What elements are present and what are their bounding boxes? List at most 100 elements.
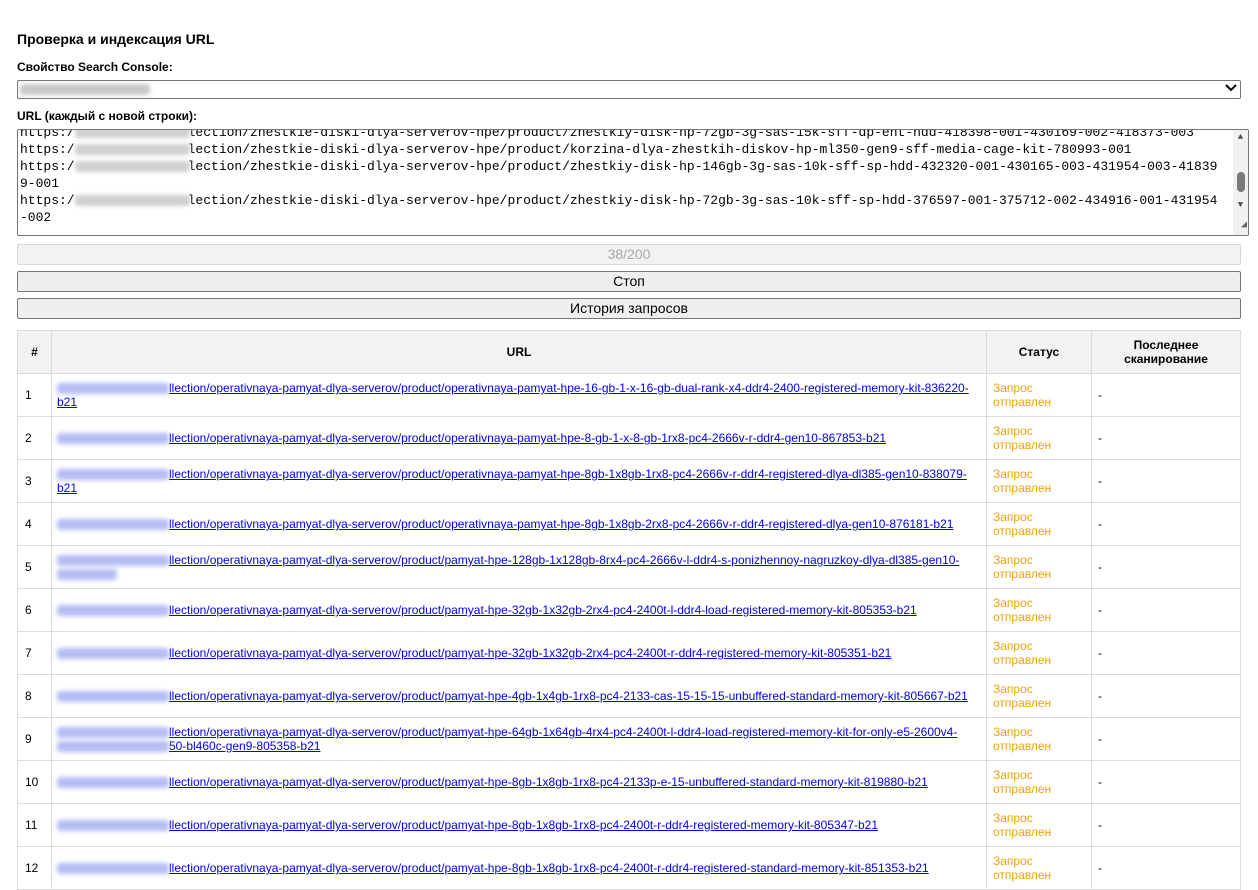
textarea-scrollbar[interactable]: ▲ ▼ ◢ <box>1233 130 1248 235</box>
url-link[interactable]: llection/operativnaya-pamyat-dlya-server… <box>57 725 957 753</box>
row-number: 2 <box>17 416 52 460</box>
domain-redacted <box>74 195 190 207</box>
domain-redacted <box>57 433 169 445</box>
row-url-cell: llection/operativnaya-pamyat-dlya-server… <box>51 373 987 417</box>
status-badge: Запрос отправлен <box>986 674 1092 718</box>
url-text-continued: 50-bl460c-gen9-805358-b21 <box>169 739 321 753</box>
last-scan-value: - <box>1091 631 1241 675</box>
table-row: 6 llection/operativnaya-pamyat-dlya-serve… <box>17 588 1241 632</box>
col-status-header: Статус <box>986 330 1092 374</box>
textarea-line-text: lection/zhestkie-diski-dlya-serverov-hpe… <box>20 193 1218 225</box>
col-url-header: URL <box>51 330 987 374</box>
row-url-cell: llection/operativnaya-pamyat-dlya-server… <box>51 631 987 675</box>
row-url-cell: llection/operativnaya-pamyat-dlya-server… <box>51 674 987 718</box>
property-label: Свойство Search Console: <box>17 60 173 74</box>
table-row: 8 llection/operativnaya-pamyat-dlya-serve… <box>17 674 1241 718</box>
domain-redacted <box>57 469 169 481</box>
row-number: 4 <box>17 502 52 546</box>
status-badge: Запрос отправлен <box>986 373 1092 417</box>
domain-redacted <box>74 161 190 173</box>
row-number: 9 <box>17 717 52 761</box>
stop-button[interactable]: Стоп <box>17 271 1241 292</box>
domain-redacted <box>57 605 169 617</box>
last-scan-value: - <box>1091 459 1241 503</box>
status-badge: Запрос отправлен <box>986 717 1092 761</box>
url-link[interactable]: llection/operativnaya-pamyat-dlya-server… <box>57 553 959 581</box>
scroll-down-icon[interactable]: ▼ <box>1233 198 1248 212</box>
last-scan-value: - <box>1091 373 1241 417</box>
last-scan-value: - <box>1091 674 1241 718</box>
url-link[interactable]: llection/operativnaya-pamyat-dlya-server… <box>57 467 967 495</box>
history-button[interactable]: История запросов <box>17 298 1241 319</box>
url-link[interactable]: llection/operativnaya-pamyat-dlya-server… <box>57 689 968 703</box>
last-scan-value: - <box>1091 846 1241 890</box>
urls-label: URL (каждый с новой строки): <box>17 109 197 123</box>
textarea-line-text: lection/zhestkie-diski-dlya-serverov-hpe… <box>187 129 1194 140</box>
url-link[interactable]: llection/operativnaya-pamyat-dlya-server… <box>57 818 878 832</box>
table-row: 11 llection/operativnaya-pamyat-dlya-serv… <box>17 803 1241 847</box>
url-text: llection/operativnaya-pamyat-dlya-server… <box>169 861 929 875</box>
table-row: 9 llection/operativnaya-pamyat-dlya-serve… <box>17 717 1241 761</box>
scroll-thumb[interactable] <box>1237 172 1245 192</box>
textarea-line: https:/lection/zhestkie-diski-dlya-serve… <box>20 141 1225 158</box>
row-number: 12 <box>17 846 52 890</box>
last-scan-value: - <box>1091 803 1241 847</box>
domain-redacted <box>57 648 169 660</box>
domain-redacted <box>74 144 190 156</box>
table-row: 1 llection/operativnaya-pamyat-dlya-serve… <box>17 373 1241 417</box>
row-url-cell: llection/operativnaya-pamyat-dlya-server… <box>51 502 987 546</box>
domain-redacted <box>57 519 169 531</box>
url-text: llection/operativnaya-pamyat-dlya-server… <box>169 646 892 660</box>
url-link[interactable]: llection/operativnaya-pamyat-dlya-server… <box>57 603 917 617</box>
last-scan-value: - <box>1091 760 1241 804</box>
url-link[interactable]: llection/operativnaya-pamyat-dlya-server… <box>57 517 953 531</box>
domain-redacted <box>74 130 190 139</box>
row-number: 3 <box>17 459 52 503</box>
row-url-cell: llection/operativnaya-pamyat-dlya-server… <box>51 459 987 503</box>
row-number: 10 <box>17 760 52 804</box>
resize-grip-icon[interactable]: ◢ <box>1241 217 1247 234</box>
results-table: # URL Статус Последнее сканирование 1 lle… <box>17 330 1241 890</box>
status-badge: Запрос отправлен <box>986 416 1092 460</box>
status-badge: Запрос отправлен <box>986 631 1092 675</box>
textarea-line-prefix: https:/ <box>20 159 75 174</box>
table-row: 2 llection/operativnaya-pamyat-dlya-serve… <box>17 416 1241 460</box>
last-scan-value: - <box>1091 502 1241 546</box>
url-text: llection/operativnaya-pamyat-dlya-server… <box>169 603 917 617</box>
url-link[interactable]: llection/operativnaya-pamyat-dlya-server… <box>57 646 891 660</box>
url-text: llection/operativnaya-pamyat-dlya-server… <box>57 381 969 409</box>
property-value-redacted <box>20 84 150 95</box>
status-badge: Запрос отправлен <box>986 545 1092 589</box>
property-select[interactable] <box>17 80 1241 99</box>
row-url-cell: llection/operativnaya-pamyat-dlya-server… <box>51 545 987 589</box>
domain-redacted <box>57 691 169 703</box>
scroll-up-icon[interactable]: ▲ <box>1233 130 1248 144</box>
url-link[interactable]: llection/operativnaya-pamyat-dlya-server… <box>57 775 928 789</box>
domain-redacted <box>57 727 169 739</box>
row-number: 11 <box>17 803 52 847</box>
url-link[interactable]: llection/operativnaya-pamyat-dlya-server… <box>57 381 969 409</box>
status-badge: Запрос отправлен <box>986 459 1092 503</box>
textarea-line: https:/lection/zhestkie-diski-dlya-serve… <box>20 192 1225 226</box>
textarea-line-text: lection/zhestkie-diski-dlya-serverov-hpe… <box>187 142 1132 157</box>
url-link[interactable]: llection/operativnaya-pamyat-dlya-server… <box>57 431 886 445</box>
url-text: llection/operativnaya-pamyat-dlya-server… <box>169 689 968 703</box>
url-text: llection/operativnaya-pamyat-dlya-server… <box>57 467 967 495</box>
table-row: 7 llection/operativnaya-pamyat-dlya-serve… <box>17 631 1241 675</box>
textarea-line: https:/lection/zhestkie-diski-dlya-serve… <box>20 158 1225 192</box>
url-text: llection/operativnaya-pamyat-dlya-server… <box>169 775 928 789</box>
url-text: llection/operativnaya-pamyat-dlya-server… <box>169 725 958 739</box>
url-link[interactable]: llection/operativnaya-pamyat-dlya-server… <box>57 861 929 875</box>
row-url-cell: llection/operativnaya-pamyat-dlya-server… <box>51 760 987 804</box>
domain-redacted <box>57 555 169 567</box>
row-number: 5 <box>17 545 52 589</box>
domain-redacted <box>57 569 117 581</box>
url-text: llection/operativnaya-pamyat-dlya-server… <box>169 553 960 567</box>
last-scan-value: - <box>1091 717 1241 761</box>
domain-redacted <box>57 820 169 832</box>
table-header-row: # URL Статус Последнее сканирование <box>17 330 1241 374</box>
url-text: llection/operativnaya-pamyat-dlya-server… <box>169 818 878 832</box>
status-badge: Запрос отправлен <box>986 760 1092 804</box>
urls-textarea[interactable]: https:/ lection/zhestkie-diski-dlya-serve… <box>17 129 1249 236</box>
table-row: 10 llection/operativnaya-pamyat-dlya-serv… <box>17 760 1241 804</box>
